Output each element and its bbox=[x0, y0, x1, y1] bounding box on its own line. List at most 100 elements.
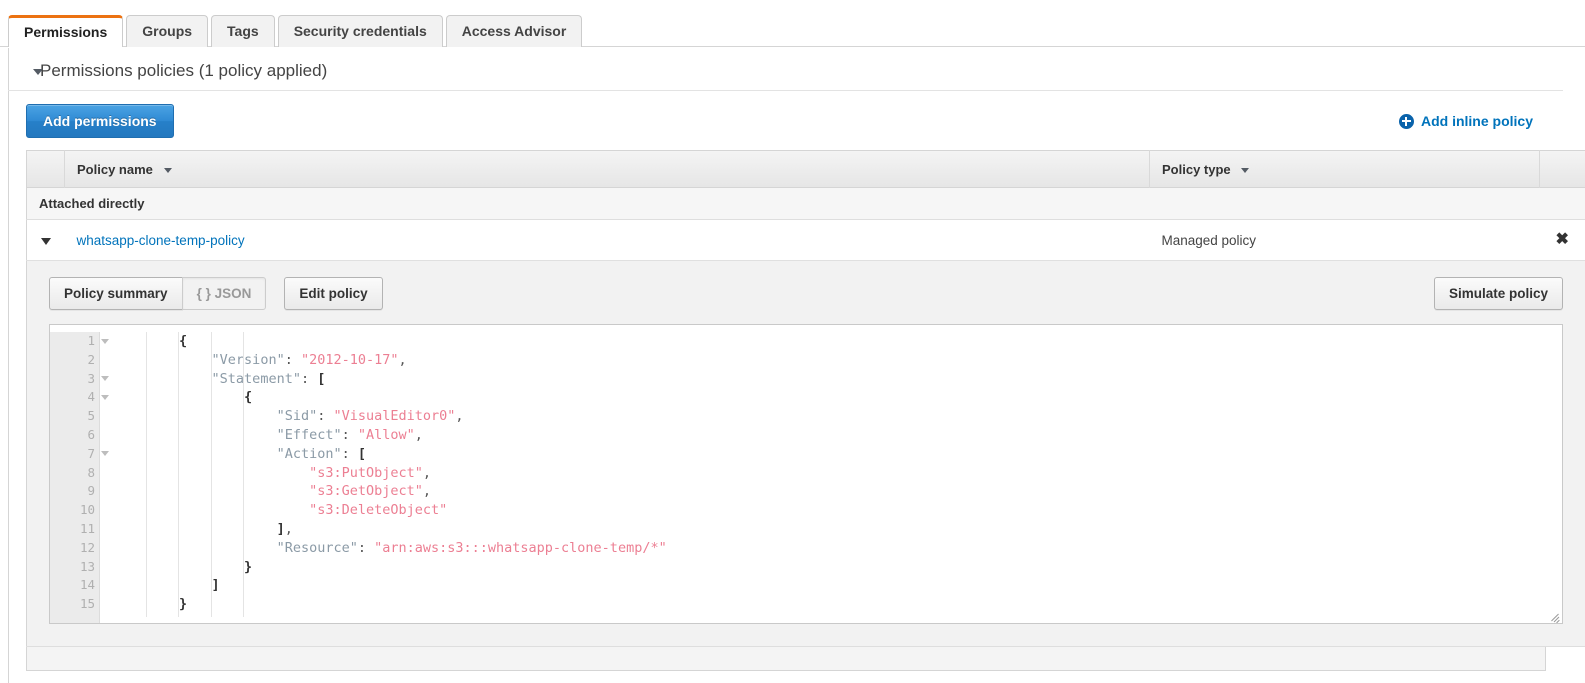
code-token-p: } bbox=[244, 558, 253, 575]
code-token-k: "Resource" bbox=[276, 539, 358, 556]
code-token-pn: : bbox=[341, 445, 358, 462]
code-token-k: "Statement" bbox=[211, 370, 301, 387]
section-collapse-caret-icon[interactable] bbox=[33, 69, 43, 75]
code-token-p: ] bbox=[211, 577, 220, 594]
table-header: Policy name Policy type bbox=[26, 150, 1585, 188]
code-token-pn: , bbox=[398, 351, 407, 368]
editor-code-line: ], bbox=[114, 520, 1562, 539]
code-token-p: { bbox=[179, 333, 188, 349]
editor-code-area[interactable]: { "Version": "2012-10-17", "Statement": … bbox=[100, 332, 1562, 623]
editor-code-line: ] bbox=[114, 576, 1562, 595]
code-token-k: "Version" bbox=[211, 351, 285, 368]
editor-line-number: 11 bbox=[79, 520, 95, 536]
code-token-k: "Action" bbox=[276, 445, 342, 462]
editor-line-number: 1 bbox=[50, 332, 109, 351]
editor-line-number: 5 bbox=[87, 408, 95, 424]
table-footer bbox=[26, 647, 1546, 671]
editor-line-number: 3 bbox=[50, 370, 109, 389]
indent-guide bbox=[146, 332, 147, 617]
tab-groups[interactable]: Groups bbox=[126, 15, 209, 47]
policy-group-label: Attached directly bbox=[26, 187, 1585, 220]
editor-line-number: 7 bbox=[50, 445, 109, 464]
code-token-s: "arn:aws:s3:::whatsapp-clone-temp/*" bbox=[374, 539, 667, 556]
page-title: Permissions policies (1 policy applied) bbox=[40, 61, 328, 80]
code-token-s: "Allow" bbox=[357, 426, 415, 443]
editor-code-line: "Effect": "Allow", bbox=[114, 426, 1562, 445]
policy-json-editor[interactable]: 1 2 3 4 5 6 7 8 9 10 11 12 13 14 15 { "Version": "2012… bbox=[49, 324, 1563, 624]
code-token-s: "VisualEditor0" bbox=[333, 408, 456, 425]
table-row[interactable]: whatsapp-clone-temp-policy Managed polic… bbox=[26, 219, 1585, 261]
policy-json-tab-button[interactable]: { } JSON bbox=[181, 277, 267, 310]
editor-code-line: "Statement": [ bbox=[114, 370, 1562, 389]
editor-gutter[interactable]: 1 2 3 4 5 6 7 8 9 10 11 12 13 14 15 bbox=[50, 332, 109, 623]
policy-group-row: Attached directly bbox=[26, 187, 1585, 220]
code-token-ws bbox=[114, 559, 244, 575]
policy-name-link[interactable]: whatsapp-clone-temp-policy bbox=[77, 233, 245, 248]
editor-code-line: "s3:GetObject", bbox=[114, 482, 1562, 501]
policy-detail-row: Policy summary { } JSON Edit policy Simu… bbox=[26, 260, 1585, 647]
code-token-ws bbox=[114, 408, 277, 424]
code-token-s: "s3:GetObject" bbox=[309, 483, 423, 500]
tab-access-advisor[interactable]: Access Advisor bbox=[445, 15, 583, 47]
editor-code-line: "s3:DeleteObject" bbox=[114, 501, 1562, 520]
add-inline-policy-label: Add inline policy bbox=[1420, 113, 1533, 129]
indent-guide bbox=[178, 332, 179, 617]
code-token-ws bbox=[114, 577, 212, 593]
code-token-pn: : bbox=[317, 408, 334, 425]
permissions-policies-section: Permissions policies (1 policy applied) … bbox=[8, 61, 1585, 671]
policy-remove-cell[interactable]: ✖ bbox=[1539, 219, 1585, 261]
policy-type-sort-caret-icon[interactable] bbox=[1241, 167, 1250, 173]
page-left-rail bbox=[8, 48, 9, 683]
editor-code-line: "Version": "2012-10-17", bbox=[114, 351, 1562, 370]
add-permissions-button[interactable]: Add permissions bbox=[26, 104, 174, 138]
editor-line-number: 6 bbox=[87, 426, 95, 442]
code-token-pn: : bbox=[284, 351, 301, 368]
simulate-policy-button[interactable]: Simulate policy bbox=[1433, 277, 1563, 310]
row-expand-cell[interactable] bbox=[26, 219, 65, 261]
row-expand-caret-icon[interactable] bbox=[40, 237, 51, 245]
editor-line-number: 10 bbox=[79, 502, 95, 518]
table-body: Attached directly whatsapp-clone-temp-po… bbox=[26, 187, 1585, 647]
editor-line-number: 12 bbox=[79, 539, 95, 555]
code-token-pn: , bbox=[422, 464, 432, 481]
editor-code-line: { bbox=[114, 332, 1562, 351]
editor-code-line: "Sid": "VisualEditor0", bbox=[114, 407, 1562, 426]
code-token-pn: : bbox=[300, 370, 318, 387]
add-inline-policy-link[interactable]: Add inline policy bbox=[1398, 113, 1533, 129]
editor-line-number: 2 bbox=[87, 351, 95, 367]
code-token-ws bbox=[114, 446, 277, 462]
actions-column-header bbox=[1540, 151, 1585, 188]
editor-code-line: } bbox=[114, 558, 1562, 577]
editor-resize-handle[interactable] bbox=[1548, 609, 1560, 623]
editor-line-number: 14 bbox=[79, 577, 95, 593]
policy-name-cell: whatsapp-clone-temp-policy bbox=[64, 219, 1150, 261]
code-token-ws bbox=[114, 427, 277, 443]
policy-name-sort-caret-icon[interactable] bbox=[163, 167, 172, 173]
plus-circle-icon bbox=[1398, 113, 1414, 129]
tab-tags[interactable]: Tags bbox=[211, 15, 275, 47]
indent-guide bbox=[211, 332, 212, 617]
code-token-p: [ bbox=[317, 370, 326, 387]
editor-line-number: 15 bbox=[79, 596, 95, 612]
code-token-s: "2012-10-17" bbox=[300, 351, 399, 368]
code-token-ws bbox=[114, 371, 212, 387]
tab-permissions[interactable]: Permissions bbox=[8, 15, 124, 47]
policy-type-column-header[interactable]: Policy type bbox=[1149, 150, 1540, 188]
policy-name-column-label: Policy name bbox=[77, 161, 153, 177]
close-x-icon[interactable]: ✖ bbox=[1552, 232, 1574, 248]
tab-security-credentials[interactable]: Security credentials bbox=[277, 15, 443, 47]
code-token-p: [ bbox=[357, 445, 366, 462]
code-token-ws bbox=[114, 352, 212, 368]
code-token-p: { bbox=[244, 389, 253, 406]
policy-detail-cell: Policy summary { } JSON Edit policy Simu… bbox=[26, 260, 1585, 647]
indent-guide bbox=[243, 332, 244, 617]
code-token-ws bbox=[114, 540, 277, 556]
section-header: Permissions policies (1 policy applied) bbox=[8, 61, 1563, 91]
select-column-header bbox=[26, 150, 65, 188]
policy-name-column-header[interactable]: Policy name bbox=[64, 150, 1150, 188]
policy-type-cell: Managed policy bbox=[1149, 219, 1540, 261]
code-token-s: "s3:DeleteObject" bbox=[309, 502, 448, 519]
editor-line-number: 4 bbox=[50, 388, 109, 407]
edit-policy-button[interactable]: Edit policy bbox=[284, 277, 383, 310]
policy-summary-tab-button[interactable]: Policy summary bbox=[49, 277, 183, 310]
